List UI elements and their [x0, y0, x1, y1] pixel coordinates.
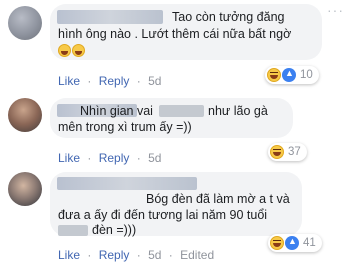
separator: ·: [87, 248, 92, 262]
comment-3: Bóg đèn đã làm mờ a t và đưa a ấy đi đến…: [0, 168, 352, 267]
comment-actions: Like · Reply · 5d · Edited: [58, 248, 214, 262]
comment-2: Nhìn gian vai như lão gà mên trong xì tr…: [0, 95, 352, 168]
separator: ·: [87, 74, 92, 88]
reaction-summary[interactable]: 37: [268, 143, 307, 161]
haha-reaction-icon: [270, 236, 284, 250]
comment-text-line: hình ông nào . Lướt thêm cái nữa bất ngờ: [58, 27, 292, 41]
reaction-summary[interactable]: 10: [265, 66, 319, 84]
comment-text-line: Tao còn tưởng đăng: [172, 10, 285, 24]
comment-text-line: mên trong xì trum ấy =)): [58, 120, 192, 134]
reply-link[interactable]: Reply: [99, 248, 130, 262]
like-link[interactable]: Like: [58, 74, 80, 88]
like-link[interactable]: Like: [58, 151, 80, 165]
comment-text-line: đưa a ấy đi đến tương lai năm 90 tuổi: [58, 208, 268, 222]
comment-timestamp[interactable]: 5d: [148, 248, 161, 262]
reaction-count: 10: [300, 69, 313, 81]
separator: ·: [136, 151, 141, 165]
redacted-text: [58, 225, 88, 236]
redacted-commenter-name[interactable]: [57, 10, 163, 24]
commenter-avatar[interactable]: [8, 172, 42, 206]
commenter-avatar[interactable]: [8, 6, 42, 40]
inline-emojis: [58, 43, 86, 59]
comment-text-line: Nhìn gian vai: [80, 104, 153, 118]
like-reaction-icon: [282, 68, 296, 82]
haha-reaction-icon: [267, 68, 281, 82]
comment-timestamp[interactable]: 5d: [148, 151, 161, 165]
comment-timestamp[interactable]: 5d: [148, 74, 161, 88]
commenter-avatar[interactable]: [8, 98, 42, 132]
like-link[interactable]: Like: [58, 248, 80, 262]
reaction-count: 41: [303, 237, 316, 249]
comment-text-line: như lão gà: [208, 104, 268, 118]
comment-1: Tao còn tưởng đăng hình ông nào . Lướt t…: [0, 0, 352, 95]
separator: ·: [136, 74, 141, 88]
laughing-emoji-icon: [72, 44, 85, 57]
redacted-commenter-name[interactable]: [57, 177, 197, 190]
redacted-text: [159, 105, 204, 117]
reaction-summary[interactable]: 41: [268, 234, 322, 252]
reply-link[interactable]: Reply: [99, 151, 130, 165]
comment-text-line: đèn =))): [92, 223, 137, 237]
comment-actions: Like · Reply · 5d: [58, 151, 161, 165]
separator: ·: [168, 248, 173, 262]
separator: ·: [87, 151, 92, 165]
separator: ·: [136, 248, 141, 262]
edited-label[interactable]: Edited: [180, 248, 214, 262]
reply-link[interactable]: Reply: [99, 74, 130, 88]
more-options-icon[interactable]: ···: [327, 2, 344, 18]
like-reaction-icon: [285, 236, 299, 250]
comment-actions: Like · Reply · 5d: [58, 74, 161, 88]
laughing-emoji-icon: [58, 44, 71, 57]
reaction-count: 37: [288, 146, 301, 158]
comment-text-line: Bóg đèn đã làm mờ a t và: [146, 192, 290, 206]
haha-reaction-icon: [270, 145, 284, 159]
